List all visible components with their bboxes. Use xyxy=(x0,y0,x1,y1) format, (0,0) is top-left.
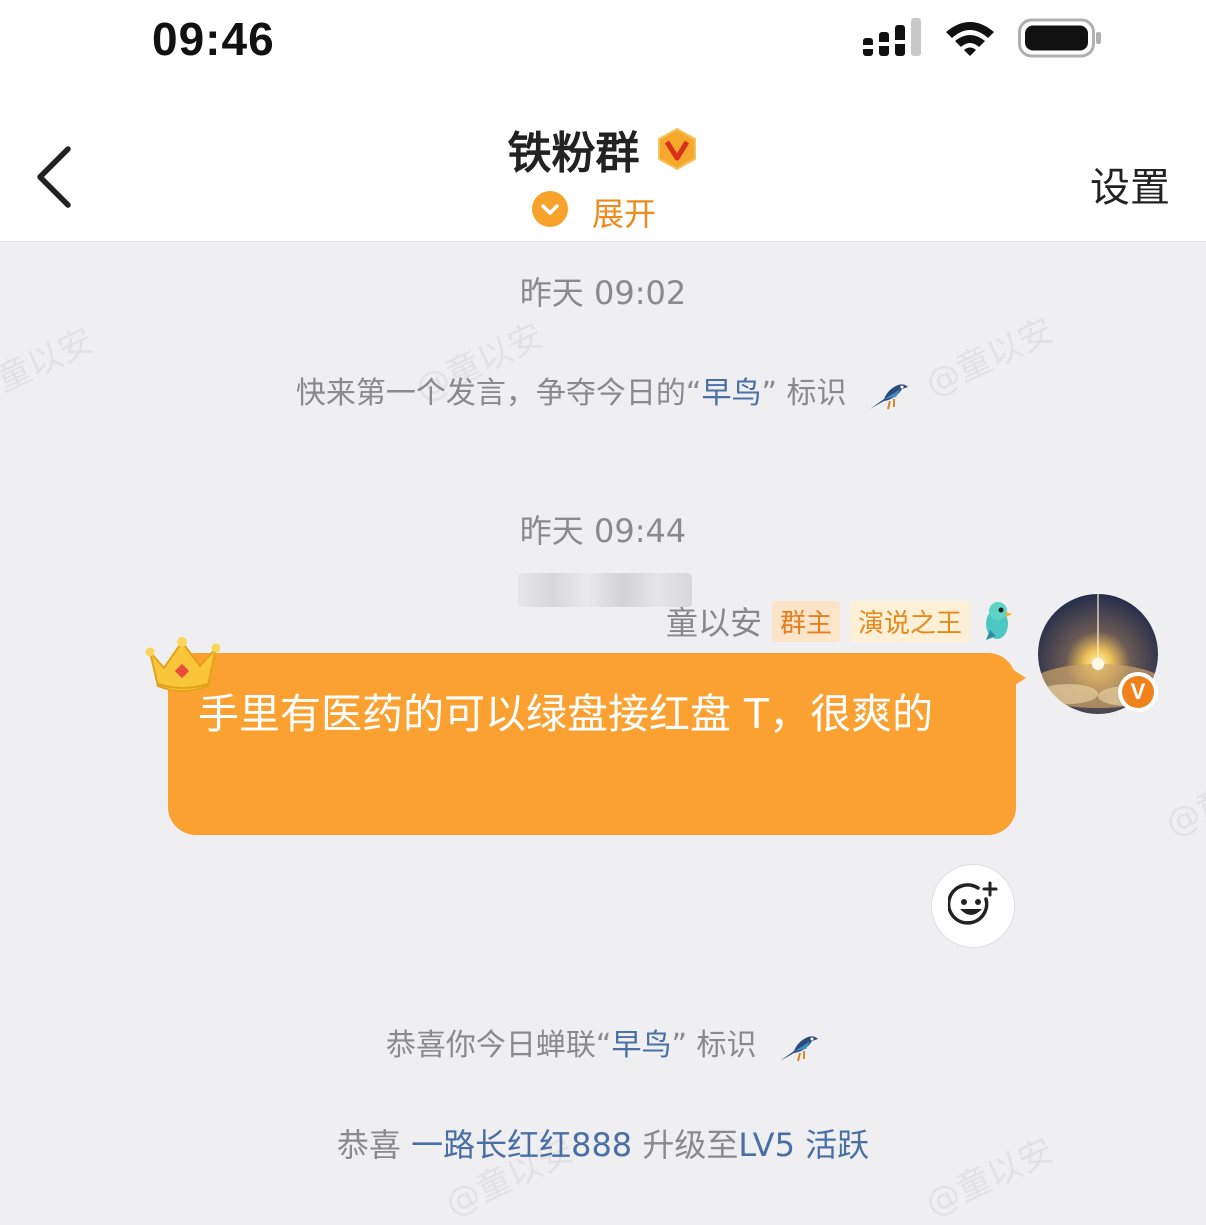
user-link[interactable]: 一路长红红888 xyxy=(411,1126,632,1164)
system-message-streak: 恭喜你今日蝉联“早鸟” 标识 xyxy=(0,1020,1206,1065)
nav-bar: 铁粉群 展开 设置 xyxy=(0,85,1206,242)
system-message-text: 恭喜 xyxy=(336,1126,412,1164)
levelup-text: 升级至 xyxy=(632,1126,739,1164)
signal-icon xyxy=(863,18,921,56)
timestamp: 昨天 09:02 xyxy=(519,274,687,312)
verified-v-badge-icon xyxy=(657,127,696,171)
page-title: 铁粉群 xyxy=(507,128,640,179)
speech-king-tag: 演说之王 xyxy=(849,600,970,642)
sender-name[interactable]: 童以安 xyxy=(666,598,762,644)
system-message-text: 快来第一个发言，争夺今日的 xyxy=(295,376,686,411)
early-bird-link[interactable]: 早鸟 xyxy=(611,1028,671,1063)
system-message-text: 恭喜你今日蝉联 xyxy=(385,1028,596,1063)
quote-close: ” xyxy=(761,376,777,411)
owner-tag: 群主 xyxy=(771,600,840,642)
message-text: 手里有医药的可以绿盘接红盘 T，很爽的 xyxy=(198,690,934,738)
timestamp: 昨天 09:44 xyxy=(519,512,687,550)
early-bird-link[interactable]: 早鸟 xyxy=(701,376,761,411)
parrot-badge-icon xyxy=(986,602,1012,640)
wifi-icon xyxy=(946,22,994,56)
chevron-down-circle-icon xyxy=(532,191,568,227)
add-emoji-icon xyxy=(948,881,998,925)
add-reaction-button[interactable] xyxy=(931,864,1015,948)
quote-open: “ xyxy=(595,1028,612,1063)
system-message-levelup: 恭喜 一路长红红888 升级至LV5 活跃 xyxy=(0,1120,1206,1166)
settings-button[interactable]: 设置 xyxy=(1090,155,1170,213)
bird-icon xyxy=(780,1035,819,1061)
system-message-early-bird: 快来第一个发言，争夺今日的“早鸟” 标识 xyxy=(0,368,1206,413)
status-bar: 09:46 xyxy=(0,0,1206,85)
status-time: 09:46 xyxy=(152,13,275,65)
verified-badge-icon: V xyxy=(1118,672,1158,712)
level-badge: LV5 活跃 xyxy=(738,1126,870,1164)
verified-badge-label: V xyxy=(1122,676,1154,708)
quote-open: “ xyxy=(685,376,702,411)
expand-label: 展开 xyxy=(592,195,657,233)
bubble-tail xyxy=(1004,664,1026,692)
sender-row: 童以安 群主 演说之王 xyxy=(666,600,1014,642)
title-wrap: 铁粉群 xyxy=(0,117,1206,181)
quote-close: ” xyxy=(671,1028,687,1063)
watermark: @童以安 xyxy=(1159,750,1206,845)
bird-icon xyxy=(870,383,909,409)
battery-icon xyxy=(1018,18,1101,58)
system-message-suffix: 标识 xyxy=(687,1028,757,1063)
message-bubble[interactable]: 手里有医药的可以绿盘接红盘 T，很爽的 xyxy=(168,653,1016,835)
crown-icon xyxy=(145,637,220,692)
system-message-suffix: 标识 xyxy=(777,376,847,411)
